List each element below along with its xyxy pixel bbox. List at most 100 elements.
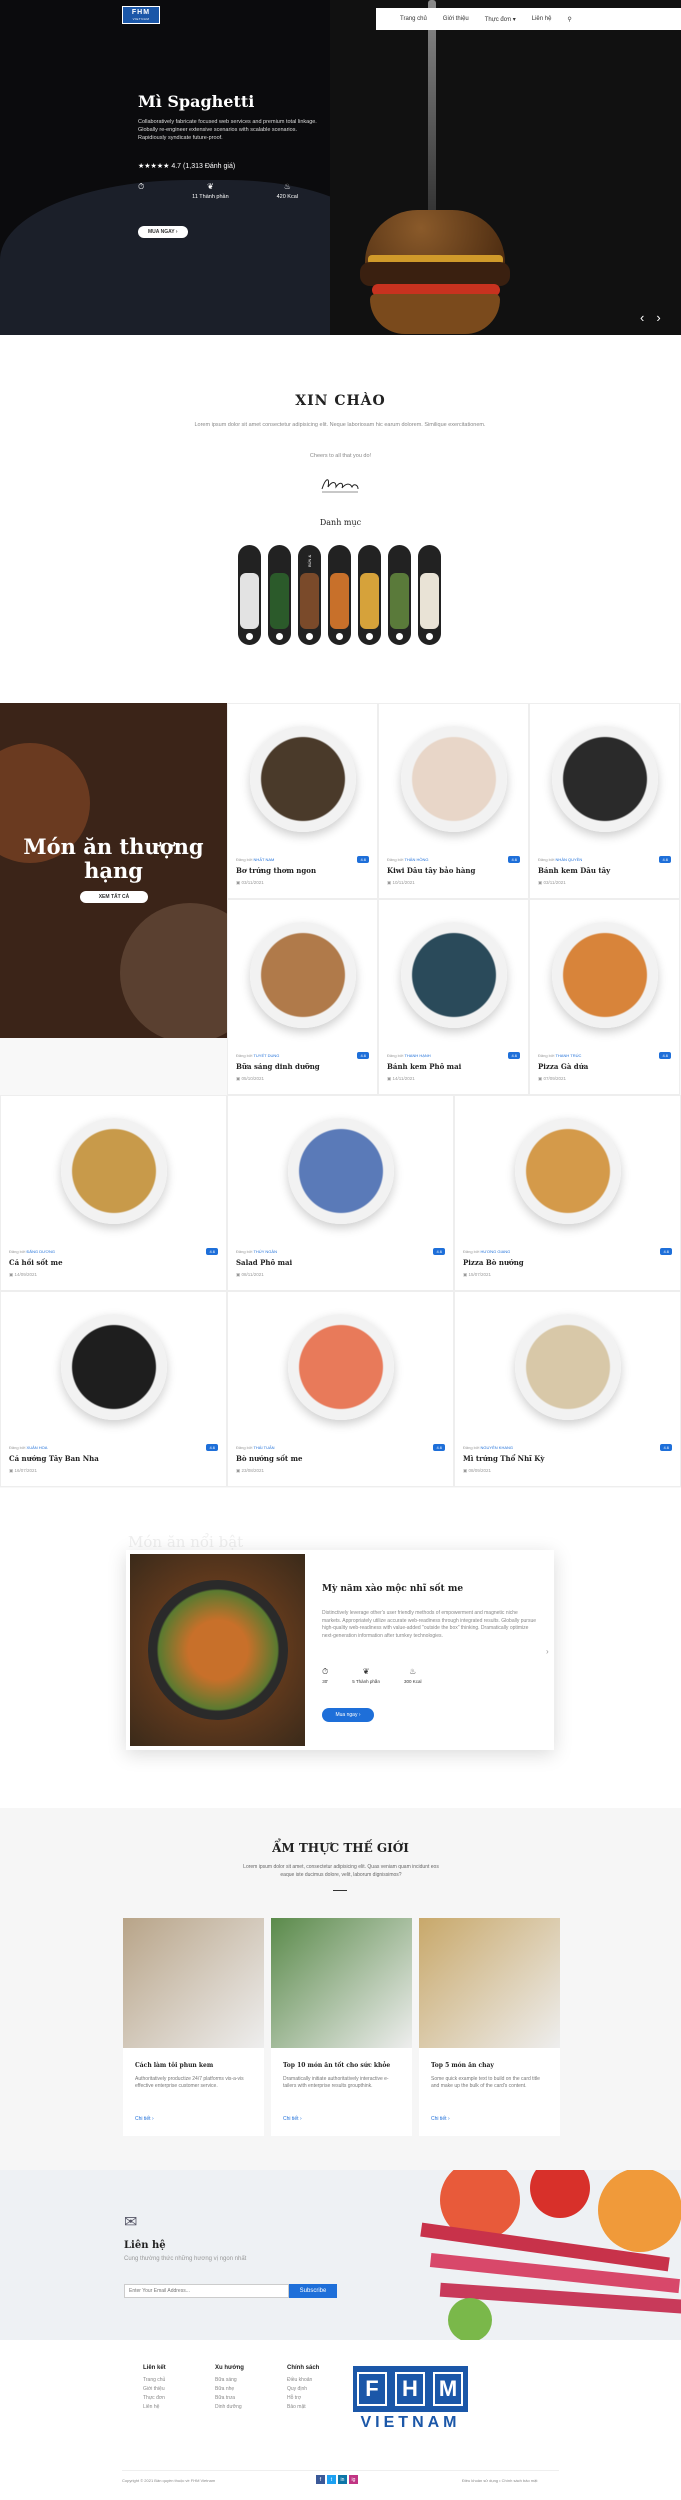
chevron-right-icon[interactable]: › (656, 310, 660, 325)
category-item[interactable] (328, 545, 351, 645)
dish-card[interactable]: Đăng bởi THANH TRÚC 4.6 Pizza Gà dứa ▣ 07/0… (529, 899, 680, 1095)
footer-link[interactable]: Bữa sáng (215, 2376, 244, 2385)
article-card[interactable]: Top 5 món ăn chay Some quick example text… (419, 1918, 560, 2136)
chevron-right-icon[interactable]: › (546, 1647, 549, 1656)
author-name[interactable]: THÁI TUẤN (253, 1445, 274, 1450)
dish-name[interactable]: Cá nướng Tây Ban Nha (9, 1454, 99, 1463)
dish-card[interactable]: Đăng bởi NHẤT NAM 4.6 Bơ trứng thơm ngon ▣ … (227, 703, 378, 899)
footer-link[interactable]: Liên hệ (143, 2403, 166, 2412)
footer-link[interactable]: Giới thiệu (143, 2385, 166, 2394)
dish-name[interactable]: Kiwi Dâu tây bảo hàng (387, 866, 475, 875)
article-more-link[interactable]: Chi tiết › (135, 2116, 154, 2122)
dish-card[interactable]: Đăng bởi NHÂN QUYỀN 4.6 Bánh kem Dâu tây ▣ … (529, 703, 680, 899)
facebook-icon[interactable]: f (316, 2475, 325, 2484)
site-logo[interactable]: FHM VIETNAM (122, 6, 160, 24)
rating-badge: 4.6 (357, 1052, 369, 1059)
dish-grid: Món ăn thượng hạng XEM TẤT CẢ Đăng bởi N… (0, 703, 681, 1488)
category-image (420, 573, 439, 629)
calendar-icon: ▣ (463, 1272, 468, 1277)
author-name[interactable]: THANH TRÚC (555, 1053, 581, 1058)
dish-card[interactable]: Đăng bởi ĐĂNG DƯƠNG 4.6 Cá hồi sốt me ▣ 14/… (0, 1095, 227, 1291)
category-item[interactable] (358, 545, 381, 645)
author-name[interactable]: XUÂN HOA (27, 1445, 48, 1450)
linkedin-icon[interactable]: in (338, 2475, 347, 2484)
dish-image (61, 1314, 167, 1420)
dish-card[interactable]: Đăng bởi XUÂN HOA 4.6 Cá nướng Tây Ban Nha… (0, 1291, 227, 1487)
dish-name[interactable]: Bánh kem Phô mai (387, 1062, 461, 1071)
article-title[interactable]: Top 5 món ăn chay (431, 2062, 494, 2069)
dish-name[interactable]: Bò nướng sốt me (236, 1454, 302, 1463)
email-input[interactable] (124, 2284, 289, 2298)
footer-link[interactable]: Bữa trưa (215, 2394, 244, 2403)
footer-link[interactable]: Bảo mật (287, 2403, 319, 2412)
article-title[interactable]: Top 10 món ăn tốt cho sức khỏe (283, 2062, 390, 2069)
view-all-button[interactable]: XEM TẤT CẢ (80, 891, 148, 903)
article-card[interactable]: Cách làm tôi phun kem Authoritatively pro… (123, 1918, 264, 2136)
dish-name[interactable]: Bánh kem Dâu tây (538, 866, 610, 875)
footer-link[interactable]: Bữa nhẹ (215, 2385, 244, 2394)
world-text: Lorem ipsum dolor sit amet, consectetur … (243, 1864, 439, 1878)
terms-links[interactable]: Điều khoản sử dụng • Chính sách bảo mật (462, 2478, 537, 2483)
hero-buy-button[interactable]: MUA NGAY › (138, 226, 188, 238)
dish-name[interactable]: Pizza Gà dứa (538, 1062, 588, 1071)
article-card[interactable]: Top 10 món ăn tốt cho sức khỏe Dramatical… (271, 1918, 412, 2136)
footer-link[interactable]: Thực đơn (143, 2394, 166, 2403)
footer-link[interactable]: Hỗ trợ (287, 2394, 319, 2403)
subscribe-button[interactable]: Subscribe (289, 2284, 337, 2298)
author-name[interactable]: HƯƠNG GIANG (481, 1249, 511, 1254)
dish-name[interactable]: Mì trứng Thổ Nhĩ Kỳ (463, 1454, 544, 1463)
category-item[interactable] (268, 545, 291, 645)
dish-card[interactable]: Đăng bởi THÁI TUẤN 4.6 Bò nướng sốt me ▣ 23… (227, 1291, 454, 1487)
author-name[interactable]: TUYẾT DUNG (253, 1053, 279, 1058)
category-label (388, 551, 411, 571)
instagram-icon[interactable]: ig (349, 2475, 358, 2484)
recipe-buy-button[interactable]: Mua ngay › (322, 1708, 374, 1722)
nav-contact[interactable]: Liên hệ (532, 16, 552, 22)
dish-card[interactable]: Đăng bởi THANH HẠNH 4.6 Bánh kem Phô mai ▣ … (378, 899, 529, 1095)
twitter-icon[interactable]: t (327, 2475, 336, 2484)
chevron-left-icon[interactable]: ‹ (640, 310, 644, 325)
article-title[interactable]: Cách làm tôi phun kem (135, 2062, 213, 2069)
dish-card[interactable]: Đăng bởi TUYẾT DUNG 4.6 Bữa sáng dinh dưỡn… (227, 899, 378, 1095)
article-more-link[interactable]: Chi tiết › (431, 2116, 450, 2122)
author-name[interactable]: NHÂN QUYỀN (556, 857, 583, 862)
search-icon[interactable]: ⚲ (567, 16, 571, 23)
footer-link[interactable]: Dinh dưỡng (215, 2403, 244, 2412)
nav-home[interactable]: Trang chủ (400, 16, 427, 22)
footer-link[interactable]: Quy định (287, 2385, 319, 2394)
author-name[interactable]: NHẤT NAM (254, 857, 275, 862)
category-item[interactable]: BÚN & BÁNH (298, 545, 321, 645)
dish-name[interactable]: Bơ trứng thơm ngon (236, 866, 316, 875)
author-name[interactable]: NGUYÊN KHANG (481, 1445, 513, 1450)
category-label (268, 551, 291, 571)
rating-badge: 4.6 (659, 1052, 671, 1059)
rating-badge: 4.6 (206, 1444, 218, 1451)
author-name[interactable]: ĐĂNG DƯƠNG (27, 1249, 55, 1254)
footer-logo[interactable]: F H M VIETNAM (343, 2366, 478, 2440)
author-name[interactable]: THÂN HỒNG (404, 857, 428, 862)
dish-card[interactable]: Đăng bởi NGUYÊN KHANG 4.6 Mì trứng Thổ Nhĩ… (454, 1291, 681, 1487)
nav-about[interactable]: Giới thiệu (443, 16, 469, 22)
category-item[interactable] (388, 545, 411, 645)
chevron-down-icon: ▾ (512, 16, 516, 23)
chevron-right-icon (336, 633, 343, 640)
author-name[interactable]: THÚY NGÂN (253, 1249, 276, 1254)
footer-link[interactable]: Trang chủ (143, 2376, 166, 2385)
author-name[interactable]: THANH HẠNH (404, 1053, 430, 1058)
chevron-right-icon (306, 633, 313, 640)
dish-card[interactable]: Đăng bởi THÂN HỒNG 4.6 Kiwi Dâu tây bảo hà… (378, 703, 529, 899)
article-more-link[interactable]: Chi tiết › (283, 2116, 302, 2122)
dish-name[interactable]: Salad Phô mai (236, 1258, 292, 1267)
dish-date: ▣ 03/11/2021 (236, 880, 264, 886)
category-item[interactable] (418, 545, 441, 645)
dish-name[interactable]: Bữa sáng dinh dưỡng (236, 1062, 320, 1071)
nav-menu[interactable]: Thực đơn ▾ (485, 16, 516, 23)
dish-name[interactable]: Cá hồi sốt me (9, 1258, 63, 1267)
dish-name[interactable]: Pizza Bò nướng (463, 1258, 524, 1267)
date-text: 08/09/2021 (468, 1468, 492, 1473)
intro-title: XIN CHÀO (295, 393, 386, 409)
dish-card[interactable]: Đăng bởi THÚY NGÂN 4.6 Salad Phô mai ▣ 08/1… (227, 1095, 454, 1291)
category-item[interactable] (238, 545, 261, 645)
dish-card[interactable]: Đăng bởi HƯƠNG GIANG 4.6 Pizza Bò nướng ▣ 1… (454, 1095, 681, 1291)
footer-link[interactable]: Điều khoản (287, 2376, 319, 2385)
